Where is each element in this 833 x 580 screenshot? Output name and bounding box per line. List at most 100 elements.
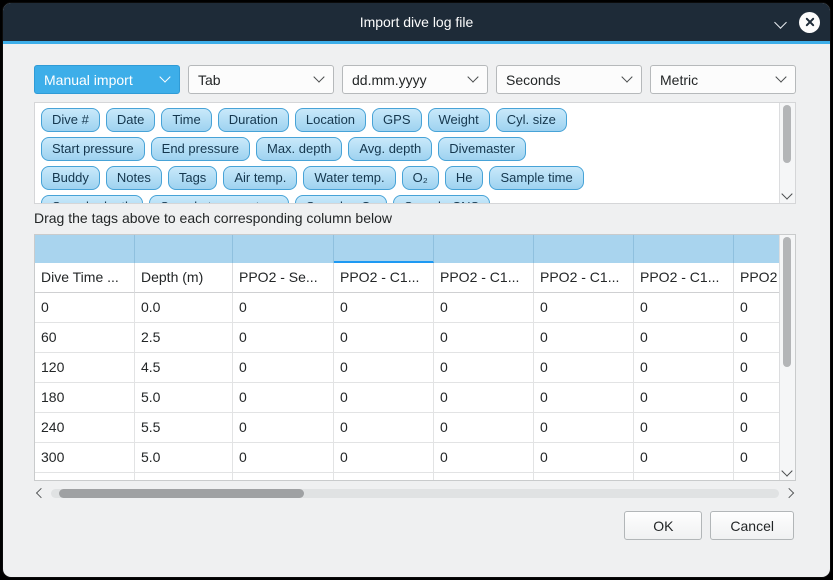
screen: Import dive log file Manual import Tab d… bbox=[0, 0, 833, 580]
column-tag[interactable]: Buddy bbox=[41, 166, 100, 190]
table-cell: 0 bbox=[734, 443, 780, 473]
tag-row: BuddyNotesTagsAir temp.Water temp. O₂HeSa… bbox=[41, 166, 779, 190]
dropzone-cell[interactable] bbox=[334, 235, 434, 263]
column-tag[interactable]: Start pressure bbox=[41, 137, 145, 161]
column-tag[interactable]: Sample depth bbox=[41, 195, 143, 203]
time-format-value: Seconds bbox=[506, 72, 560, 88]
table-cell: 5.5 bbox=[135, 413, 233, 443]
table-cell: 0 bbox=[233, 443, 334, 473]
import-options-row: Manual import Tab dd.mm.yyyy Seconds Met… bbox=[34, 65, 796, 94]
table-cell: 0 bbox=[434, 443, 534, 473]
table-horizontal-scrollbar[interactable] bbox=[34, 485, 796, 501]
import-dialog-window: Import dive log file Manual import Tab d… bbox=[2, 2, 831, 578]
table-header-cell: Dive Time ... bbox=[35, 263, 135, 293]
table-cell bbox=[534, 473, 634, 480]
table-cell: 0.0 bbox=[135, 293, 233, 323]
units-select[interactable]: Metric bbox=[650, 65, 796, 94]
column-tag[interactable]: Sample CNS bbox=[393, 195, 490, 203]
column-tag[interactable]: He bbox=[445, 166, 484, 190]
column-tag[interactable]: Tags bbox=[168, 166, 217, 190]
ok-button[interactable]: OK bbox=[624, 511, 702, 540]
column-tag[interactable]: Sample pO₂ bbox=[295, 195, 387, 203]
tag-row: Dive #DateTime DurationLocationGPS WeightC… bbox=[41, 108, 779, 132]
column-tag[interactable]: Weight bbox=[428, 108, 490, 132]
table-cell: 0 bbox=[534, 383, 634, 413]
table-cell: 180 bbox=[35, 383, 135, 413]
column-tag[interactable]: Cyl. size bbox=[496, 108, 567, 132]
column-tag[interactable]: Duration bbox=[218, 108, 289, 132]
column-tag[interactable]: Date bbox=[106, 108, 155, 132]
column-tag[interactable]: GPS bbox=[372, 108, 421, 132]
table-cell: 0 bbox=[233, 293, 334, 323]
column-tag[interactable]: Max. depth bbox=[256, 137, 342, 161]
import-mode-select[interactable]: Manual import bbox=[34, 65, 180, 94]
column-tag[interactable]: Time bbox=[161, 108, 211, 132]
column-tag[interactable]: Sample time bbox=[489, 166, 583, 190]
table-cell: 0 bbox=[334, 353, 434, 383]
table-cell: 0 bbox=[634, 293, 734, 323]
field-separator-value: Tab bbox=[198, 72, 221, 88]
dropzone-cell[interactable] bbox=[734, 235, 780, 263]
table-cell: 0 bbox=[35, 293, 135, 323]
table-cell: 0 bbox=[334, 443, 434, 473]
table-cell: 0 bbox=[434, 413, 534, 443]
table-cell: 5.0 bbox=[135, 383, 233, 413]
column-tag[interactable]: O₂ bbox=[402, 166, 439, 190]
column-tag[interactable]: Avg. depth bbox=[348, 137, 432, 161]
table-row: 602.5000000 bbox=[35, 323, 780, 353]
column-tag[interactable]: Water temp. bbox=[303, 166, 395, 190]
scrollbar-thumb[interactable] bbox=[783, 105, 791, 163]
column-tag[interactable]: Dive # bbox=[41, 108, 100, 132]
titlebar[interactable]: Import dive log file bbox=[3, 3, 830, 44]
table-header-cell: PPO2 - C1... bbox=[634, 263, 734, 293]
table-cell: 0 bbox=[334, 293, 434, 323]
column-tag[interactable]: Location bbox=[295, 108, 366, 132]
table-cell: 0 bbox=[734, 293, 780, 323]
preview-table: Dive Time ...Depth (m)PPO2 - Se...PPO2 -… bbox=[34, 234, 796, 481]
table-cell: 0 bbox=[233, 383, 334, 413]
dropzone-cell[interactable] bbox=[233, 235, 334, 263]
dropzone-cell[interactable] bbox=[35, 235, 135, 263]
table-cell: 0 bbox=[434, 383, 534, 413]
column-tag[interactable]: Notes bbox=[106, 166, 162, 190]
table-clip: Dive Time ...Depth (m)PPO2 - Se...PPO2 -… bbox=[35, 235, 780, 480]
table-cell: 0 bbox=[434, 353, 534, 383]
titlebar-menu-chevron-icon[interactable] bbox=[776, 18, 785, 27]
column-tag[interactable]: Sample temperature bbox=[149, 195, 289, 203]
scrollbar-thumb[interactable] bbox=[783, 237, 791, 367]
date-format-select[interactable]: dd.mm.yyyy bbox=[342, 65, 488, 94]
table-cell: 300 bbox=[35, 443, 135, 473]
table-cell: 0 bbox=[233, 353, 334, 383]
scroll-left-arrow-icon[interactable] bbox=[34, 486, 48, 500]
table-cell: 0 bbox=[534, 353, 634, 383]
table-cell: 0 bbox=[534, 413, 634, 443]
column-tag[interactable]: End pressure bbox=[151, 137, 250, 161]
table-vertical-scrollbar[interactable] bbox=[779, 235, 795, 480]
tag-pool-scrollbar[interactable] bbox=[779, 103, 795, 203]
dropzone-cell[interactable] bbox=[135, 235, 233, 263]
scroll-down-arrow-icon[interactable] bbox=[783, 467, 792, 476]
time-format-select[interactable]: Seconds bbox=[496, 65, 642, 94]
field-separator-select[interactable]: Tab bbox=[188, 65, 334, 94]
table-cell: 240 bbox=[35, 413, 135, 443]
chevron-down-icon bbox=[161, 73, 170, 82]
scroll-right-arrow-icon[interactable] bbox=[782, 486, 796, 500]
close-button[interactable] bbox=[799, 12, 820, 33]
column-tag[interactable]: Divemaster bbox=[438, 137, 526, 161]
table-cell bbox=[334, 473, 434, 480]
table-cell: 4.5 bbox=[135, 353, 233, 383]
table-row bbox=[35, 473, 780, 480]
dropzone-cell[interactable] bbox=[534, 235, 634, 263]
dropzone-cell[interactable] bbox=[634, 235, 734, 263]
chevron-down-icon bbox=[469, 73, 478, 82]
table-row: 1204.5000000 bbox=[35, 353, 780, 383]
table-cell: 0 bbox=[634, 413, 734, 443]
table-cell bbox=[734, 473, 780, 480]
scroll-down-arrow-icon[interactable] bbox=[783, 190, 792, 199]
dropzone-cell[interactable] bbox=[434, 235, 534, 263]
chevron-down-icon bbox=[777, 73, 786, 82]
cancel-button[interactable]: Cancel bbox=[710, 511, 794, 540]
hscroll-track[interactable] bbox=[51, 489, 779, 498]
scrollbar-thumb[interactable] bbox=[59, 489, 304, 498]
column-tag[interactable]: Air temp. bbox=[223, 166, 297, 190]
